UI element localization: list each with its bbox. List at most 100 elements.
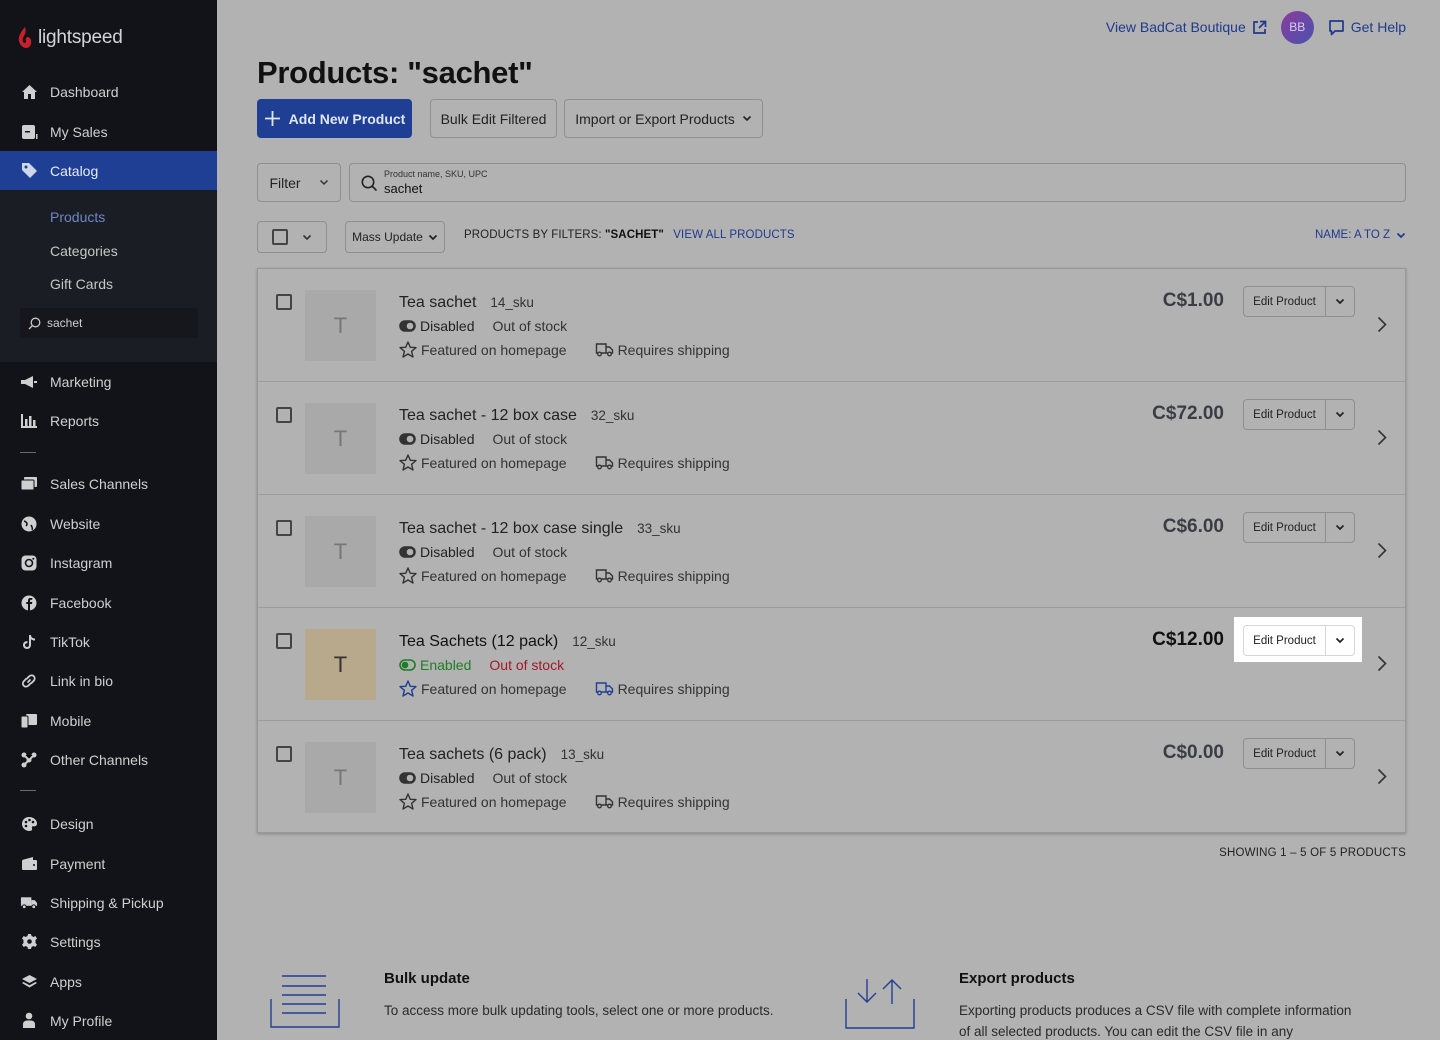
product-sku: 12_sku [572, 634, 616, 649]
bulk-edit-filtered-button[interactable]: Bulk Edit Filtered [430, 99, 557, 138]
sidebar-item-payment[interactable]: Payment [0, 844, 217, 883]
edit-product-button[interactable]: Edit Product [1244, 513, 1326, 542]
product-sku: 14_sku [490, 295, 534, 310]
product-name-link[interactable]: Tea sachet - 12 box case single 33_sku [399, 520, 681, 538]
add-new-product-button[interactable]: Add New Product [257, 99, 412, 138]
brand-logo[interactable]: lightspeed [16, 26, 123, 50]
row-checkbox[interactable] [276, 407, 292, 423]
product-thumbnail[interactable]: T [305, 290, 376, 361]
sidebar-item-catalog[interactable]: Catalog [0, 151, 217, 190]
product-row[interactable]: T Tea sachet 14_sku Disabled Out of stock… [258, 269, 1405, 382]
product-name-link[interactable]: Tea Sachets (12 pack) 12_sku [399, 633, 616, 651]
product-name-link[interactable]: Tea sachet 14_sku [399, 294, 534, 312]
sidebar-item-facebook[interactable]: Facebook [0, 583, 217, 622]
thumbnail-initial: T [333, 764, 348, 790]
select-all-checkbox[interactable] [272, 229, 288, 245]
share-nodes-icon [20, 751, 38, 769]
product-thumbnail[interactable]: T [305, 403, 376, 474]
edit-product-dropdown[interactable] [1326, 513, 1354, 542]
product-name-link[interactable]: Tea sachet - 12 box case 32_sku [399, 407, 634, 425]
row-expand-chevron[interactable] [1377, 316, 1387, 338]
product-search-input[interactable]: Product name, SKU, UPC sachet [349, 163, 1406, 202]
filter-label: Filter [269, 174, 301, 191]
sidebar-item-apps[interactable]: Apps [0, 962, 217, 1001]
edit-product-dropdown[interactable] [1326, 287, 1354, 316]
product-row[interactable]: T Tea sachet - 12 box case 32_sku Disable… [258, 382, 1405, 495]
sidebar-item-tiktok[interactable]: TikTok [0, 622, 217, 661]
sidebar-item-dashboard[interactable]: Dashboard [0, 72, 217, 111]
product-name: Tea sachet [399, 294, 477, 311]
edit-product-button[interactable]: Edit Product [1244, 287, 1326, 316]
product-price: C$12.00 [1152, 629, 1224, 650]
row-expand-chevron[interactable] [1377, 768, 1387, 790]
mass-update-button[interactable]: Mass Update [345, 221, 445, 253]
select-all-dropdown[interactable] [257, 221, 327, 253]
view-store-link[interactable]: View BadCat Boutique [1106, 19, 1267, 35]
row-checkbox[interactable] [276, 633, 292, 649]
product-sku: 32_sku [590, 408, 635, 423]
sidebar-item-instagram[interactable]: Instagram [0, 543, 217, 582]
view-all-products-link[interactable]: VIEW ALL PRODUCTS [673, 229, 794, 241]
sidebar-divider [20, 790, 36, 791]
sidebar: lightspeed Dashboard My Sales Catalog Pr… [0, 0, 217, 1040]
toggle-icon [399, 546, 416, 558]
row-expand-chevron[interactable] [1377, 542, 1387, 564]
sidebar-item-my-profile[interactable]: My Profile [0, 1001, 217, 1040]
sidebar-item-shipping-pickup[interactable]: Shipping & Pickup [0, 883, 217, 922]
sidebar-item-link-in-bio[interactable]: Link in bio [0, 661, 217, 700]
mobile-icon [20, 712, 38, 730]
star-icon [399, 567, 417, 584]
sidebar-item-label: Apps [50, 973, 82, 990]
sidebar-search-input[interactable]: sachet [20, 308, 198, 338]
product-thumbnail[interactable]: T [305, 742, 376, 813]
featured-flag: Featured on homepage [421, 454, 567, 471]
product-name-link[interactable]: Tea sachets (6 pack) 13_sku [399, 746, 604, 764]
filter-button[interactable]: Filter [257, 163, 341, 202]
edit-product-button[interactable]: Edit Product [1244, 739, 1326, 768]
product-thumbnail[interactable]: T [305, 629, 376, 700]
sidebar-item-design[interactable]: Design [0, 804, 217, 843]
sidebar-item-settings[interactable]: Settings [0, 922, 217, 961]
sidebar-item-marketing[interactable]: Marketing [0, 362, 217, 401]
avatar[interactable]: BB [1280, 10, 1314, 44]
top-bar: View BadCat Boutique BB Get Help [1106, 10, 1406, 44]
sidebar-item-reports[interactable]: Reports [0, 401, 217, 440]
thumbnail-initial: T [333, 425, 348, 451]
edit-product-dropdown[interactable] [1326, 739, 1354, 768]
sidebar-subitem-categories[interactable]: Categories [50, 243, 118, 259]
sidebar-item-sales-channels[interactable]: Sales Channels [0, 464, 217, 503]
globe-icon [20, 515, 38, 533]
truck-icon [595, 682, 613, 696]
edit-product-button[interactable]: Edit Product [1244, 400, 1326, 429]
edit-product-dropdown[interactable] [1326, 626, 1354, 655]
sort-dropdown[interactable]: NAME: A TO Z [1315, 229, 1406, 241]
wallet-icon [20, 855, 38, 873]
sidebar-subitem-products[interactable]: Products [50, 209, 105, 225]
sidebar-item-other-channels[interactable]: Other Channels [0, 740, 217, 779]
sidebar-subitem-gift-cards[interactable]: Gift Cards [50, 276, 113, 292]
product-row[interactable]: T Tea sachet - 12 box case single 33_sku … [258, 495, 1405, 608]
sidebar-item-website[interactable]: Website [0, 504, 217, 543]
row-expand-chevron[interactable] [1377, 429, 1387, 451]
product-status: Disabled Out of stock [399, 770, 567, 786]
sidebar-item-mobile[interactable]: Mobile [0, 701, 217, 740]
link-icon [20, 672, 38, 690]
row-expand-chevron[interactable] [1377, 655, 1387, 677]
row-checkbox[interactable] [276, 520, 292, 536]
import-export-button[interactable]: Import or Export Products [564, 99, 763, 138]
edit-product-dropdown[interactable] [1326, 400, 1354, 429]
row-checkbox[interactable] [276, 294, 292, 310]
edit-product-button[interactable]: Edit Product [1244, 626, 1326, 655]
featured-flag: Featured on homepage [421, 567, 567, 584]
product-row[interactable]: T Tea Sachets (12 pack) 12_sku Enabled Ou… [258, 608, 1405, 721]
stock-status: Out of stock [492, 318, 568, 334]
export-products-title: Export products [959, 970, 1075, 987]
chevron-right-icon [1377, 768, 1387, 785]
get-help-link[interactable]: Get Help [1328, 19, 1406, 36]
product-thumbnail[interactable]: T [305, 516, 376, 587]
truck-icon [595, 569, 613, 583]
row-checkbox[interactable] [276, 746, 292, 762]
chat-bubble-icon [1328, 19, 1344, 35]
product-row[interactable]: T Tea sachets (6 pack) 13_sku Disabled Ou… [258, 721, 1405, 834]
sidebar-item-my-sales[interactable]: My Sales [0, 112, 217, 151]
